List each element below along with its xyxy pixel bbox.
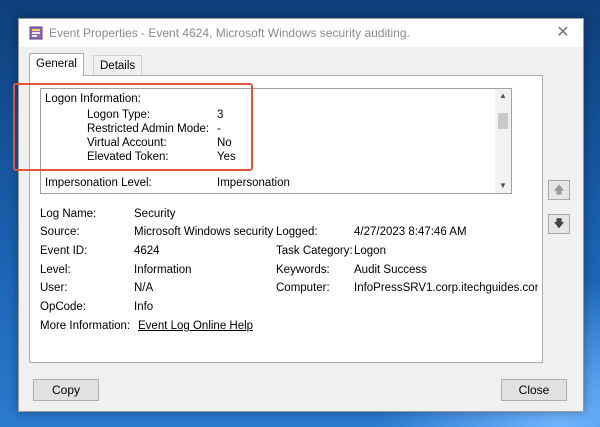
computer-value: InfoPressSRV1.corp.itechguides.con — [354, 282, 538, 294]
impersonation-value: Impersonation — [217, 177, 290, 189]
event-properties-window: Event Properties - Event 4624, Microsoft… — [18, 18, 584, 412]
event-id-label: Event ID: — [40, 245, 88, 257]
user-value: N/A — [134, 282, 154, 294]
more-info-label: More Information: — [40, 320, 131, 332]
keywords-label: Keywords: — [276, 264, 330, 276]
log-name-value: Security — [134, 208, 176, 220]
description-scrollbar[interactable]: ▲ ▼ — [495, 89, 511, 193]
keywords-value: Audit Success — [354, 264, 427, 276]
arrow-down-icon: 🡇 — [553, 218, 565, 230]
arrow-up-icon: 🡅 — [553, 184, 565, 196]
event-log-online-help-link[interactable]: Event Log Online Help — [138, 320, 253, 332]
task-category-label: Task Category: — [276, 245, 353, 257]
event-id-value: 4624 — [134, 245, 160, 257]
impersonation-label: Impersonation Level: — [45, 177, 152, 189]
copy-button[interactable]: Copy — [33, 379, 99, 401]
highlight-box — [13, 83, 253, 171]
scroll-down-icon[interactable]: ▼ — [495, 179, 511, 193]
next-event-button[interactable]: 🡇 — [548, 214, 570, 234]
logged-label: Logged: — [276, 226, 318, 238]
close-button[interactable]: Close — [501, 379, 567, 401]
event-viewer-icon — [29, 26, 43, 40]
scroll-up-icon[interactable]: ▲ — [495, 89, 511, 103]
level-label: Level: — [40, 264, 71, 276]
close-window-icon[interactable]: ✕ — [551, 22, 575, 44]
tab-general[interactable]: General — [29, 53, 84, 76]
title-bar[interactable]: Event Properties - Event 4624, Microsoft… — [19, 19, 583, 47]
logged-value: 4/27/2023 8:47:46 AM — [354, 226, 467, 238]
opcode-value: Info — [134, 301, 154, 313]
level-value: Information — [134, 264, 192, 276]
opcode-label: OpCode: — [40, 301, 87, 313]
tab-details[interactable]: Details — [93, 55, 143, 74]
source-label: Source: — [40, 226, 80, 238]
user-label: User: — [40, 282, 68, 294]
source-value: Microsoft Windows security a — [134, 226, 274, 238]
scroll-thumb[interactable] — [498, 113, 508, 129]
previous-event-button[interactable]: 🡅 — [548, 180, 570, 200]
computer-label: Computer: — [276, 282, 330, 294]
log-name-label: Log Name: — [40, 208, 97, 220]
window-title: Event Properties - Event 4624, Microsoft… — [49, 26, 410, 40]
task-category-value: Logon — [354, 245, 386, 257]
